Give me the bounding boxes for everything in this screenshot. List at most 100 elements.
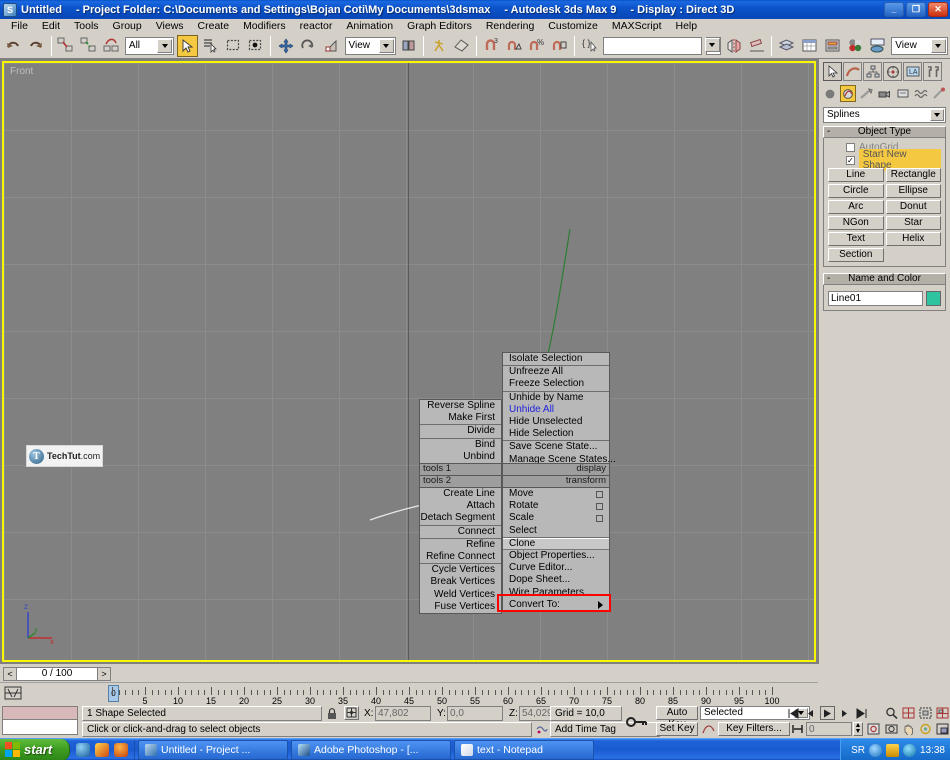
quad-menu-item[interactable]: Rotate <box>503 500 609 512</box>
key-mode-nav-icon[interactable] <box>790 722 804 736</box>
percent-snap-toggle-icon[interactable]: % <box>526 34 548 57</box>
named-selection-sets-icon[interactable]: { } <box>579 34 600 57</box>
set-key-curve-icon[interactable] <box>700 722 716 736</box>
previous-frame-icon[interactable] <box>803 706 818 720</box>
motion-tab-icon[interactable] <box>883 62 902 81</box>
object-color-swatch[interactable] <box>926 291 941 306</box>
menu-item-customize[interactable]: Customize <box>541 20 605 33</box>
quad-menu-item[interactable]: Wire Parameters... <box>503 587 609 599</box>
object-type-button-star[interactable]: Star <box>885 216 941 230</box>
firefox-icon[interactable] <box>114 742 128 757</box>
front-viewport[interactable]: Front T TechTut.com y z x y <box>2 61 816 662</box>
time-slider[interactable]: < 0 / 100 > <box>3 667 111 681</box>
quad-menu-item[interactable]: Bind <box>420 439 501 451</box>
menu-item-maxscript[interactable]: MAXScript <box>605 20 669 33</box>
hierarchy-tab-icon[interactable] <box>863 62 882 81</box>
quad-menu-item[interactable]: Dope Sheet... <box>503 574 609 586</box>
shield-icon[interactable] <box>902 743 916 757</box>
object-type-button-donut[interactable]: Donut <box>885 200 941 214</box>
autogrid-checkbox[interactable] <box>846 142 855 152</box>
quad-menu-item[interactable]: Unbind <box>420 451 501 463</box>
viewport-layout-combo[interactable]: View <box>891 36 948 55</box>
quad-menu-item[interactable]: Make First <box>420 412 501 424</box>
chevron-down-icon[interactable] <box>930 38 946 53</box>
object-type-header[interactable]: - Object Type <box>823 126 946 138</box>
menu-item-help[interactable]: Help <box>669 20 705 33</box>
clock[interactable]: 13:38 <box>920 745 945 756</box>
object-category-select[interactable]: Splines <box>823 107 946 123</box>
quad-menu-item[interactable]: Unhide by Name <box>503 392 609 404</box>
chevron-down-icon[interactable] <box>704 37 720 52</box>
quad-menu-item[interactable]: Create Line <box>420 488 501 500</box>
spinner-snap-toggle-icon[interactable] <box>549 34 570 57</box>
menu-item-group[interactable]: Group <box>106 20 149 33</box>
maxscript-mini-listener[interactable] <box>2 706 78 736</box>
zoom-all-icon[interactable] <box>901 706 916 720</box>
absolute-relative-transform-icon[interactable] <box>344 706 359 720</box>
render-scene-dialog-icon[interactable] <box>867 34 889 57</box>
space-warps-icon[interactable] <box>912 85 929 102</box>
set-key-button[interactable]: Set Key <box>656 722 698 736</box>
chevron-down-icon[interactable] <box>378 38 394 53</box>
y-coordinate-field[interactable]: 0,0 <box>447 706 503 721</box>
start-button[interactable]: start <box>0 738 70 760</box>
maximize-viewport-toggle-icon[interactable] <box>935 722 950 736</box>
object-type-button-ngon[interactable]: NGon <box>828 216 884 230</box>
select-and-move-icon[interactable] <box>275 34 296 57</box>
minimize-button[interactable]: _ <box>884 2 904 17</box>
object-type-button-text[interactable]: Text <box>828 232 884 246</box>
quad-lower-right-panel[interactable]: Move Rotate Scale Select Clone Object Propert… <box>502 487 610 612</box>
quad-menu-item[interactable]: Unhide All <box>503 404 609 416</box>
pan-icon[interactable] <box>901 722 916 736</box>
angle-snap-toggle-icon[interactable] <box>503 34 525 57</box>
select-and-rotate-icon[interactable] <box>297 34 319 57</box>
quad-menu-item[interactable]: Save Scene State... <box>503 441 609 453</box>
lights-icon[interactable] <box>858 85 875 102</box>
named-selection-dropdown[interactable] <box>704 36 721 55</box>
object-type-button-helix[interactable]: Helix <box>885 232 941 246</box>
quad-menu-item[interactable]: Unfreeze All <box>503 366 609 378</box>
quad-menu-item[interactable]: Reverse Spline <box>420 400 501 412</box>
collapse-toggle-icon[interactable]: - <box>827 127 830 137</box>
menu-item-rendering[interactable]: Rendering <box>479 20 541 33</box>
modify-tab-icon[interactable] <box>843 62 862 81</box>
key-mode-toggle-icon[interactable] <box>626 712 648 732</box>
menu-item-edit[interactable]: Edit <box>35 20 67 33</box>
undo-icon[interactable] <box>3 34 24 57</box>
mirror-icon[interactable] <box>723 34 745 57</box>
next-frame-icon[interactable] <box>837 706 852 720</box>
bind-to-space-warp-icon[interactable] <box>101 34 122 57</box>
utilities-tab-icon[interactable] <box>923 62 942 81</box>
quad-item-settings-box[interactable] <box>596 502 603 510</box>
align-icon[interactable] <box>746 34 768 57</box>
quad-menu-item[interactable]: Hide Selection <box>503 428 609 440</box>
quad-menu-item[interactable]: Move <box>503 488 609 500</box>
time-configuration-icon[interactable] <box>866 722 881 736</box>
menu-item-reactor[interactable]: reactor <box>293 20 340 33</box>
zoom-extents-all-icon[interactable] <box>935 706 950 720</box>
menu-item-modifiers[interactable]: Modifiers <box>236 20 293 33</box>
snap-toggle-icon[interactable]: 3 <box>480 34 502 57</box>
quad-menu-item[interactable]: Fuse Vertices <box>420 601 501 613</box>
select-by-name-icon[interactable] <box>199 34 221 57</box>
quad-menu-item[interactable]: Select <box>503 525 609 537</box>
auto-key-button[interactable]: Auto Key <box>656 706 698 730</box>
zoom-icon[interactable] <box>884 706 899 720</box>
chevron-down-icon[interactable] <box>930 109 944 121</box>
quad-menu-item[interactable]: Weld Vertices <box>420 589 501 601</box>
quad-menu-item[interactable]: Divide <box>420 425 501 437</box>
reference-coordinate-system-combo[interactable]: View <box>344 36 396 55</box>
quad-item-settings-box[interactable] <box>596 490 603 498</box>
window-crossing-icon[interactable] <box>245 34 267 57</box>
current-frame-indicator[interactable]: 0 <box>108 685 119 702</box>
warning-icon[interactable] <box>885 743 899 757</box>
select-and-manipulate-icon[interactable] <box>428 34 450 57</box>
collapse-toggle-icon[interactable]: - <box>827 274 830 284</box>
restore-button[interactable]: ❐ <box>906 2 926 17</box>
quad-menu-item[interactable]: Break Vertices <box>420 576 501 588</box>
zoom-extents-icon[interactable] <box>918 706 933 720</box>
systems-icon[interactable] <box>930 85 947 102</box>
next-frame-arrow[interactable]: > <box>97 668 110 680</box>
quad-lower-left-panel[interactable]: Create Line Attach Detach Segment Connect Re… <box>419 487 502 614</box>
curve-editor-icon[interactable] <box>799 34 820 57</box>
